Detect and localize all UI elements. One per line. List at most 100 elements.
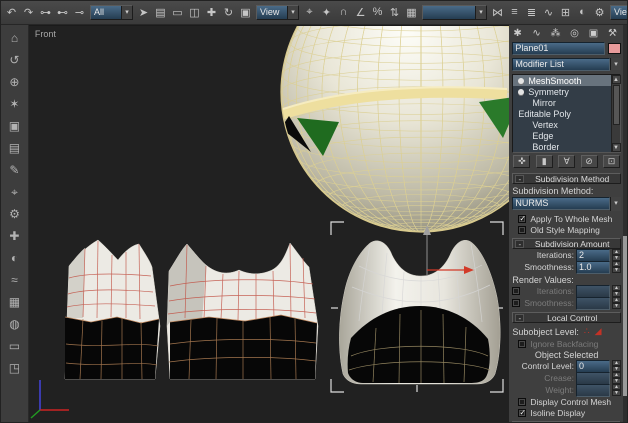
editable-poly-mesh[interactable] (65, 240, 160, 379)
mirror-icon[interactable]: ⋈ (491, 6, 504, 19)
smoothness-spinner[interactable]: ▲▼ (612, 261, 621, 273)
weight-field[interactable] (576, 384, 610, 397)
chevron-down-icon[interactable]: ▾ (610, 58, 621, 70)
select-and-rotate-icon[interactable]: ↻ (222, 6, 235, 19)
modifier-list-dropdown[interactable]: Modifier List (512, 58, 610, 71)
left-tool-8-icon[interactable]: ⌖ (11, 186, 18, 199)
render-preset-dropdown[interactable]: View ▾ (610, 5, 627, 20)
percent-snap-icon[interactable]: % (371, 6, 384, 19)
unlink-selection-icon[interactable]: ⊷ (56, 6, 69, 19)
left-tool-9-icon[interactable]: ⚙ (9, 208, 20, 221)
align-icon[interactable]: ≡ (508, 6, 521, 19)
render-iterations-checkbox[interactable] (512, 287, 520, 295)
ignore-backfacing-checkbox[interactable] (518, 340, 526, 348)
layer-manager-icon[interactable]: ≣ (525, 6, 538, 19)
left-tool-12-icon[interactable]: ≈ (11, 274, 18, 287)
modify-tab-icon[interactable]: ∿ (530, 28, 543, 39)
select-object-icon[interactable]: ➤ (137, 6, 150, 19)
old-style-mapping-checkbox[interactable] (518, 226, 526, 234)
render-smoothness-spinner[interactable]: ▲▼ (612, 297, 621, 309)
make-unique-button[interactable]: ∀ (558, 155, 575, 168)
render-smoothness-checkbox[interactable] (512, 299, 520, 307)
scroll-up-icon[interactable]: ▲ (612, 75, 621, 84)
coord-system-dropdown[interactable]: View ▾ (256, 5, 299, 20)
old-style-mapping-row[interactable]: Old Style Mapping (518, 224, 621, 235)
collapse-icon[interactable]: - (515, 314, 524, 322)
stack-scrollbar[interactable]: ▲ ▼ (611, 75, 620, 152)
hierarchy-tab-icon[interactable]: ⁂ (549, 28, 562, 39)
weight-spinner[interactable]: ▲▼ (612, 384, 621, 396)
isoline-display-checkbox[interactable] (518, 409, 526, 417)
control-level-spinner[interactable]: ▲▼ (612, 360, 621, 372)
select-and-scale-icon[interactable]: ▣ (239, 6, 252, 19)
undo-icon[interactable]: ↶ (5, 6, 18, 19)
redo-icon[interactable]: ↷ (22, 6, 35, 19)
left-tool-2-icon[interactable]: ↺ (9, 54, 19, 67)
select-and-manipulate-icon[interactable]: ✦ (320, 6, 333, 19)
iterations-spinner[interactable]: ▲▼ (612, 249, 621, 261)
render-smoothness-field[interactable] (576, 297, 610, 310)
viewport-canvas[interactable] (29, 26, 509, 423)
configure-modifier-sets-button[interactable]: ⊡ (603, 155, 620, 168)
modifier-stack-item[interactable]: MeshSmooth (513, 75, 611, 86)
spinner-snap-icon[interactable]: ⇅ (388, 6, 401, 19)
rollout-local-control[interactable]: - Local Control (512, 312, 621, 323)
chevron-down-icon[interactable]: ▾ (610, 197, 621, 211)
display-control-mesh-row[interactable]: Display Control Mesh (518, 396, 621, 407)
apply-to-whole-mesh-checkbox[interactable] (518, 215, 526, 223)
chevron-down-icon[interactable]: ▾ (287, 6, 298, 19)
edit-named-selections-icon[interactable]: ▦ (405, 6, 418, 19)
select-by-name-icon[interactable]: ▤ (154, 6, 167, 19)
left-tool-10-icon[interactable]: ✚ (9, 230, 19, 243)
left-tool-11-icon[interactable]: ◐ (11, 252, 18, 265)
utilities-tab-icon[interactable]: ⚒ (606, 28, 619, 39)
snap-toggle-icon[interactable]: ∩ (337, 6, 350, 19)
left-tool-1-icon[interactable]: ⌂ (11, 32, 18, 45)
left-tool-4-icon[interactable]: ✶ (9, 98, 19, 111)
modifier-stack-item[interactable]: Editable Poly (513, 108, 611, 119)
left-tool-3-icon[interactable]: ⊕ (9, 76, 19, 89)
modifier-stack-item[interactable]: Mirror (513, 97, 611, 108)
chevron-down-icon[interactable]: ▾ (475, 6, 486, 19)
pin-stack-button[interactable]: ✜ (513, 155, 530, 168)
display-tab-icon[interactable]: ▣ (587, 28, 600, 39)
visibility-bulb-icon[interactable] (518, 78, 524, 84)
isoline-display-row[interactable]: Isoline Display (518, 407, 621, 418)
scroll-down-icon[interactable]: ▼ (612, 143, 621, 152)
use-pivot-center-icon[interactable]: ⌖ (303, 6, 316, 19)
rollout-subdivision-method[interactable]: - Subdivision Method (512, 173, 621, 184)
left-tool-6-icon[interactable]: ▤ (9, 142, 20, 155)
viewport-label[interactable]: Front (35, 29, 56, 39)
modifier-stack-item[interactable]: Symmetry (513, 86, 611, 97)
collapse-icon[interactable]: - (515, 175, 524, 183)
curve-editor-icon[interactable]: ∿ (542, 6, 555, 19)
chevron-down-icon[interactable]: ▾ (121, 6, 132, 19)
modifier-stack-item[interactable]: Border (513, 141, 611, 152)
smoothness-field[interactable]: 1.0 (576, 261, 610, 274)
left-tool-7-icon[interactable]: ✎ (9, 164, 19, 177)
modifier-stack-item[interactable]: Vertex (513, 119, 611, 130)
angle-snap-icon[interactable]: ∠ (354, 6, 367, 19)
window-crossing-icon[interactable]: ◫ (188, 6, 201, 19)
named-selection-sets-dropdown[interactable]: ▾ (422, 5, 487, 20)
select-and-link-icon[interactable]: ⊶ (39, 6, 52, 19)
display-control-mesh-checkbox[interactable] (518, 398, 526, 406)
visibility-bulb-icon[interactable] (518, 89, 524, 95)
selection-filter-dropdown[interactable]: All ▾ (90, 5, 133, 20)
scroll-thumb[interactable] (623, 236, 627, 396)
left-tool-16-icon[interactable]: ◳ (9, 362, 20, 375)
schematic-view-icon[interactable]: ⊞ (559, 6, 572, 19)
left-tool-15-icon[interactable]: ▭ (9, 340, 20, 353)
bind-to-space-warp-icon[interactable]: ⊸ (73, 6, 86, 19)
left-tool-13-icon[interactable]: ▦ (9, 296, 20, 309)
left-tool-14-icon[interactable]: ◍ (9, 318, 19, 331)
render-setup-icon[interactable]: ⚙ (593, 6, 606, 19)
selection-region-icon[interactable]: ▭ (171, 6, 184, 19)
collapse-icon[interactable]: - (515, 240, 524, 248)
rollout-subdivision-amount[interactable]: - Subdivision Amount (512, 238, 621, 249)
apply-to-whole-mesh-row[interactable]: Apply To Whole Mesh (518, 213, 621, 224)
subdivision-method-dropdown[interactable]: NURMS (512, 197, 610, 210)
scroll-thumb[interactable] (613, 85, 620, 125)
crease-spinner[interactable]: ▲▼ (612, 372, 621, 384)
remove-modifier-button[interactable]: ⊘ (581, 155, 598, 168)
